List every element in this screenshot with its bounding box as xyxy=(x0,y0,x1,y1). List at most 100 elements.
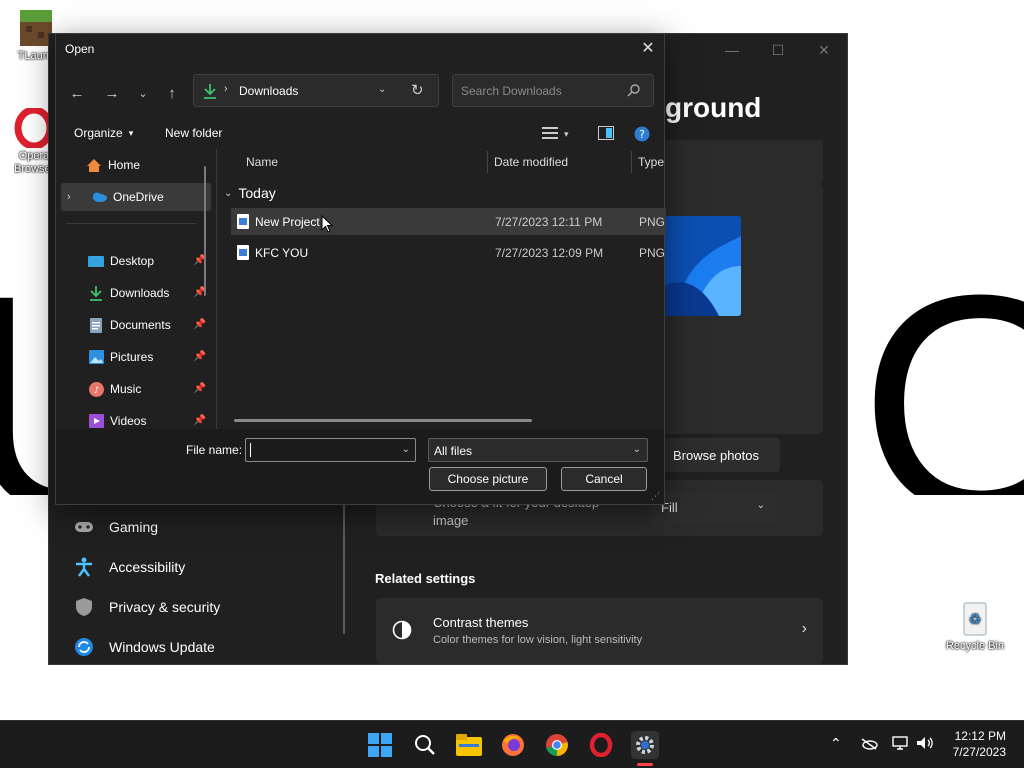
pin-icon[interactable]: 📌 xyxy=(194,415,206,426)
active-indicator xyxy=(637,763,653,766)
wallpaper-preview xyxy=(664,216,741,316)
volume-icon[interactable] xyxy=(916,736,934,753)
nav-item-downloads[interactable]: Downloads 📌 xyxy=(88,279,206,307)
choose-picture-button[interactable]: Choose picture xyxy=(429,467,547,491)
file-row[interactable]: New Project 7/27/2023 12:11 PM PNG xyxy=(231,208,666,235)
system-clock[interactable]: 12:12 PM 7/27/2023 xyxy=(953,728,1006,760)
chevron-down-icon[interactable]: ⌄ xyxy=(402,444,410,455)
clock-time: 12:12 PM xyxy=(954,729,1006,743)
navigation-scrollbar[interactable] xyxy=(204,166,206,296)
chevron-up-icon[interactable]: ⌃ xyxy=(830,735,842,752)
chrome-icon[interactable] xyxy=(543,731,571,759)
divider xyxy=(66,223,196,224)
recent-locations-chevron-icon[interactable]: ⌄ xyxy=(130,80,156,106)
refresh-icon[interactable]: ↻ xyxy=(411,81,424,99)
column-header-date[interactable]: Date modified xyxy=(494,155,568,169)
address-bar[interactable]: › Downloads ⌄ ↻ xyxy=(193,74,439,107)
nav-item-label: Desktop xyxy=(110,254,155,268)
nav-gaming[interactable]: Gaming xyxy=(73,516,158,538)
scrollbar[interactable] xyxy=(343,504,345,634)
image-file-icon xyxy=(237,245,249,260)
chevron-down-icon: ⌄ xyxy=(756,500,765,511)
recycle-bin-icon: ♻ xyxy=(955,598,995,638)
maximize-icon[interactable]: ☐ xyxy=(755,34,801,66)
file-explorer-icon[interactable] xyxy=(455,731,483,759)
resize-grip-icon[interactable]: ⋰ xyxy=(651,491,660,502)
preview-pane-icon[interactable] xyxy=(598,126,614,140)
nav-item-home[interactable]: Home xyxy=(86,151,236,179)
mouse-cursor-icon xyxy=(321,214,334,236)
network-icon[interactable] xyxy=(892,736,908,753)
fit-dropdown[interactable]: Fill ⌄ xyxy=(651,492,777,524)
new-folder-button[interactable]: New folder xyxy=(165,126,222,140)
pin-icon[interactable]: 📌 xyxy=(194,383,206,394)
nav-accessibility[interactable]: Accessibility xyxy=(73,556,185,578)
pin-icon[interactable]: 📌 xyxy=(194,351,206,362)
forward-arrow-icon[interactable]: → xyxy=(99,80,125,106)
nav-item-onedrive[interactable]: › OneDrive xyxy=(61,183,211,211)
svg-text:♪: ♪ xyxy=(93,386,99,396)
page-title: ground xyxy=(665,92,762,123)
desktop-icon-recycle-bin[interactable]: ♻ Recycle Bin xyxy=(944,598,1006,652)
nav-privacy[interactable]: Privacy & security xyxy=(73,596,220,618)
chevron-right-icon: › xyxy=(801,620,807,637)
update-icon xyxy=(73,636,95,658)
pin-icon[interactable]: 📌 xyxy=(194,319,206,330)
text-caret xyxy=(250,443,251,457)
back-arrow-icon[interactable]: ← xyxy=(64,80,90,106)
up-arrow-icon[interactable]: ↑ xyxy=(159,80,185,106)
nav-item-music[interactable]: ♪ Music 📌 xyxy=(88,375,206,403)
settings-icon[interactable] xyxy=(631,731,659,759)
firefox-icon[interactable] xyxy=(499,731,527,759)
search-icon xyxy=(627,83,641,100)
column-header-type[interactable]: Type xyxy=(638,155,664,169)
group-header-today[interactable]: ⌄ Today xyxy=(224,185,276,201)
horizontal-scrollbar[interactable] xyxy=(234,419,532,422)
nav-item-label: Music xyxy=(110,382,142,396)
browse-photos-button[interactable]: Browse photos xyxy=(652,438,780,472)
image-file-icon xyxy=(237,214,249,229)
download-icon xyxy=(203,83,217,102)
contrast-title: Contrast themes xyxy=(433,615,529,630)
nav-label: Privacy & security xyxy=(109,599,221,615)
nav-item-pictures[interactable]: Pictures 📌 xyxy=(88,343,206,371)
file-name: KFC YOU xyxy=(255,245,309,260)
search-icon[interactable] xyxy=(411,731,439,759)
file-type: PNG xyxy=(639,214,666,229)
close-icon[interactable]: ✕ xyxy=(632,34,664,62)
nav-item-label: Videos xyxy=(110,414,147,428)
organize-label: Organize xyxy=(74,126,123,140)
pane-divider xyxy=(216,149,217,429)
nav-windows-update[interactable]: Windows Update xyxy=(73,636,215,658)
search-input[interactable]: Search Downloads xyxy=(452,74,654,107)
view-options-button[interactable]: ▾ xyxy=(542,126,569,143)
column-header-name[interactable]: Name xyxy=(246,155,278,169)
file-name-input[interactable]: ⌄ xyxy=(245,438,416,462)
help-icon[interactable]: ? xyxy=(634,126,650,142)
breadcrumb-chevron-icon: › xyxy=(224,83,228,95)
opera-icon[interactable] xyxy=(587,731,615,759)
column-separator[interactable] xyxy=(631,151,632,173)
file-row[interactable]: KFC YOU 7/27/2023 12:09 PM PNG xyxy=(231,239,666,266)
organize-menu[interactable]: Organize ▾ xyxy=(74,126,133,140)
file-type-filter[interactable]: All files ⌄ xyxy=(428,438,648,462)
view-list-icon xyxy=(542,126,558,143)
close-icon[interactable]: ✕ xyxy=(801,34,847,66)
shield-icon xyxy=(73,596,95,618)
home-icon xyxy=(86,157,102,173)
column-separator[interactable] xyxy=(487,151,488,173)
gamepad-icon xyxy=(73,516,95,538)
contrast-themes-card[interactable]: Contrast themes Color themes for low vis… xyxy=(376,598,823,664)
nav-item-documents[interactable]: Documents 📌 xyxy=(88,311,206,339)
start-icon[interactable] xyxy=(366,731,394,759)
window-controls: — ☐ ✕ xyxy=(709,34,847,66)
onedrive-offline-icon[interactable] xyxy=(860,737,878,753)
contrast-subtitle: Color themes for low vision, light sensi… xyxy=(433,634,643,646)
chevron-down-icon[interactable]: ⌄ xyxy=(378,84,386,95)
expand-chevron-icon[interactable]: › xyxy=(67,191,83,203)
minimize-icon[interactable]: — xyxy=(709,34,755,66)
nav-item-desktop[interactable]: Desktop 📌 xyxy=(88,247,206,275)
navigation-pane: Home › OneDrive Desktop 📌 Downloads 📌 Do… xyxy=(58,149,213,429)
cancel-button[interactable]: Cancel xyxy=(561,467,647,491)
nav-label: Windows Update xyxy=(109,639,215,655)
